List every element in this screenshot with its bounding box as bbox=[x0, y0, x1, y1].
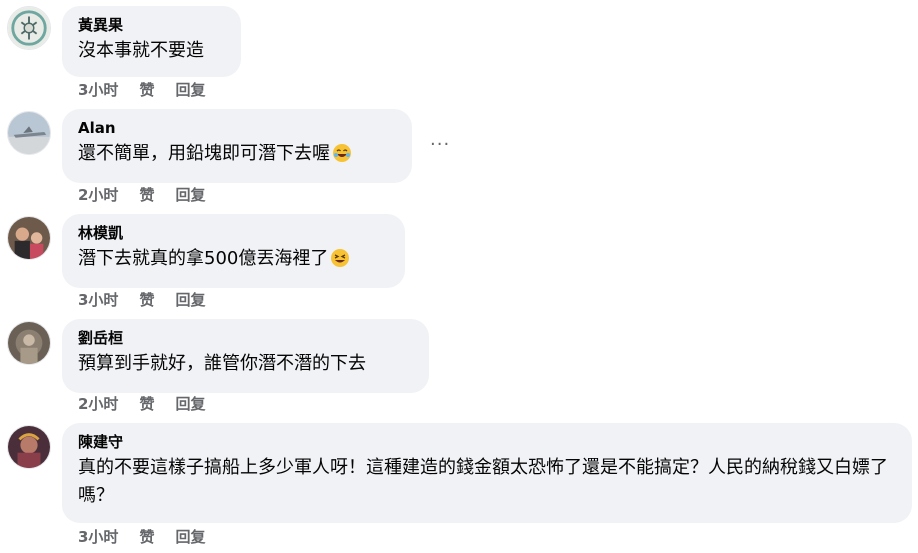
avatar[interactable] bbox=[7, 321, 51, 365]
more-options-icon[interactable]: ··· bbox=[430, 134, 450, 155]
reply-button[interactable]: 回复 bbox=[175, 186, 205, 204]
reply-button[interactable]: 回复 bbox=[175, 291, 205, 309]
reply-button[interactable]: 回复 bbox=[175, 395, 205, 413]
comment-text: 還不簡單，用鉛塊即可潛下去喔 bbox=[78, 140, 396, 168]
like-button[interactable]: 赞 bbox=[139, 186, 154, 204]
like-button[interactable]: 赞 bbox=[139, 395, 154, 413]
laughing-emoji bbox=[330, 248, 350, 268]
avatar[interactable] bbox=[7, 111, 51, 155]
comment-actions: 3小时 赞 回复 bbox=[78, 290, 226, 310]
avatar[interactable] bbox=[7, 216, 51, 260]
comment-bubble: Alan 還不簡單，用鉛塊即可潛下去喔 bbox=[62, 109, 412, 183]
comment-author[interactable]: 林模凱 bbox=[78, 223, 389, 243]
comment-bubble: 劉岳桓 預算到手就好，誰管你潛不潛的下去 bbox=[62, 319, 429, 393]
comment-actions: 3小时 赞 回复 bbox=[78, 527, 226, 547]
comment-text-content: 還不簡單，用鉛塊即可潛下去喔 bbox=[78, 143, 330, 164]
comment-actions: 2小时 赞 回复 bbox=[78, 185, 226, 205]
comment-text: 真的不要這樣子搞船上多少軍人呀！這種建造的錢金額太恐怖了還是不能搞定？人民的納稅… bbox=[78, 457, 888, 506]
timestamp-link[interactable]: 3小时 bbox=[78, 528, 118, 546]
timestamp-link[interactable]: 3小时 bbox=[78, 291, 118, 309]
timestamp-link[interactable]: 2小时 bbox=[78, 186, 118, 204]
comment-actions: 2小时 赞 回复 bbox=[78, 394, 226, 414]
avatar[interactable] bbox=[7, 425, 51, 469]
comment-text: 潛下去就真的拿500億丟海裡了 bbox=[78, 245, 389, 273]
comment-bubble: 黃異果 沒本事就不要造 bbox=[62, 6, 241, 77]
comment-author[interactable]: Alan bbox=[78, 118, 396, 138]
comment-author[interactable]: 黃異果 bbox=[78, 15, 225, 35]
like-button[interactable]: 赞 bbox=[139, 291, 154, 309]
comment-author[interactable]: 陳建守 bbox=[78, 432, 896, 452]
comment-bubble: 林模凱 潛下去就真的拿500億丟海裡了 bbox=[62, 214, 405, 288]
like-button[interactable]: 赞 bbox=[139, 528, 154, 546]
comment-bubble: 陳建守 真的不要這樣子搞船上多少軍人呀！這種建造的錢金額太恐怖了還是不能搞定？人… bbox=[62, 423, 912, 523]
comment-text: 預算到手就好，誰管你潛不潛的下去 bbox=[78, 353, 366, 374]
timestamp-link[interactable]: 3小时 bbox=[78, 81, 118, 99]
comment-actions: 3小时 赞 回复 bbox=[78, 80, 226, 100]
comment-text-content: 潛下去就真的拿500億丟海裡了 bbox=[78, 248, 329, 269]
timestamp-link[interactable]: 2小时 bbox=[78, 395, 118, 413]
comment-author[interactable]: 劉岳桓 bbox=[78, 328, 413, 348]
reply-button[interactable]: 回复 bbox=[175, 81, 205, 99]
reply-button[interactable]: 回复 bbox=[175, 528, 205, 546]
rolling-laughing-emoji bbox=[332, 143, 352, 163]
avatar[interactable] bbox=[7, 6, 51, 50]
like-button[interactable]: 赞 bbox=[139, 81, 154, 99]
comment-text: 沒本事就不要造 bbox=[78, 40, 204, 61]
